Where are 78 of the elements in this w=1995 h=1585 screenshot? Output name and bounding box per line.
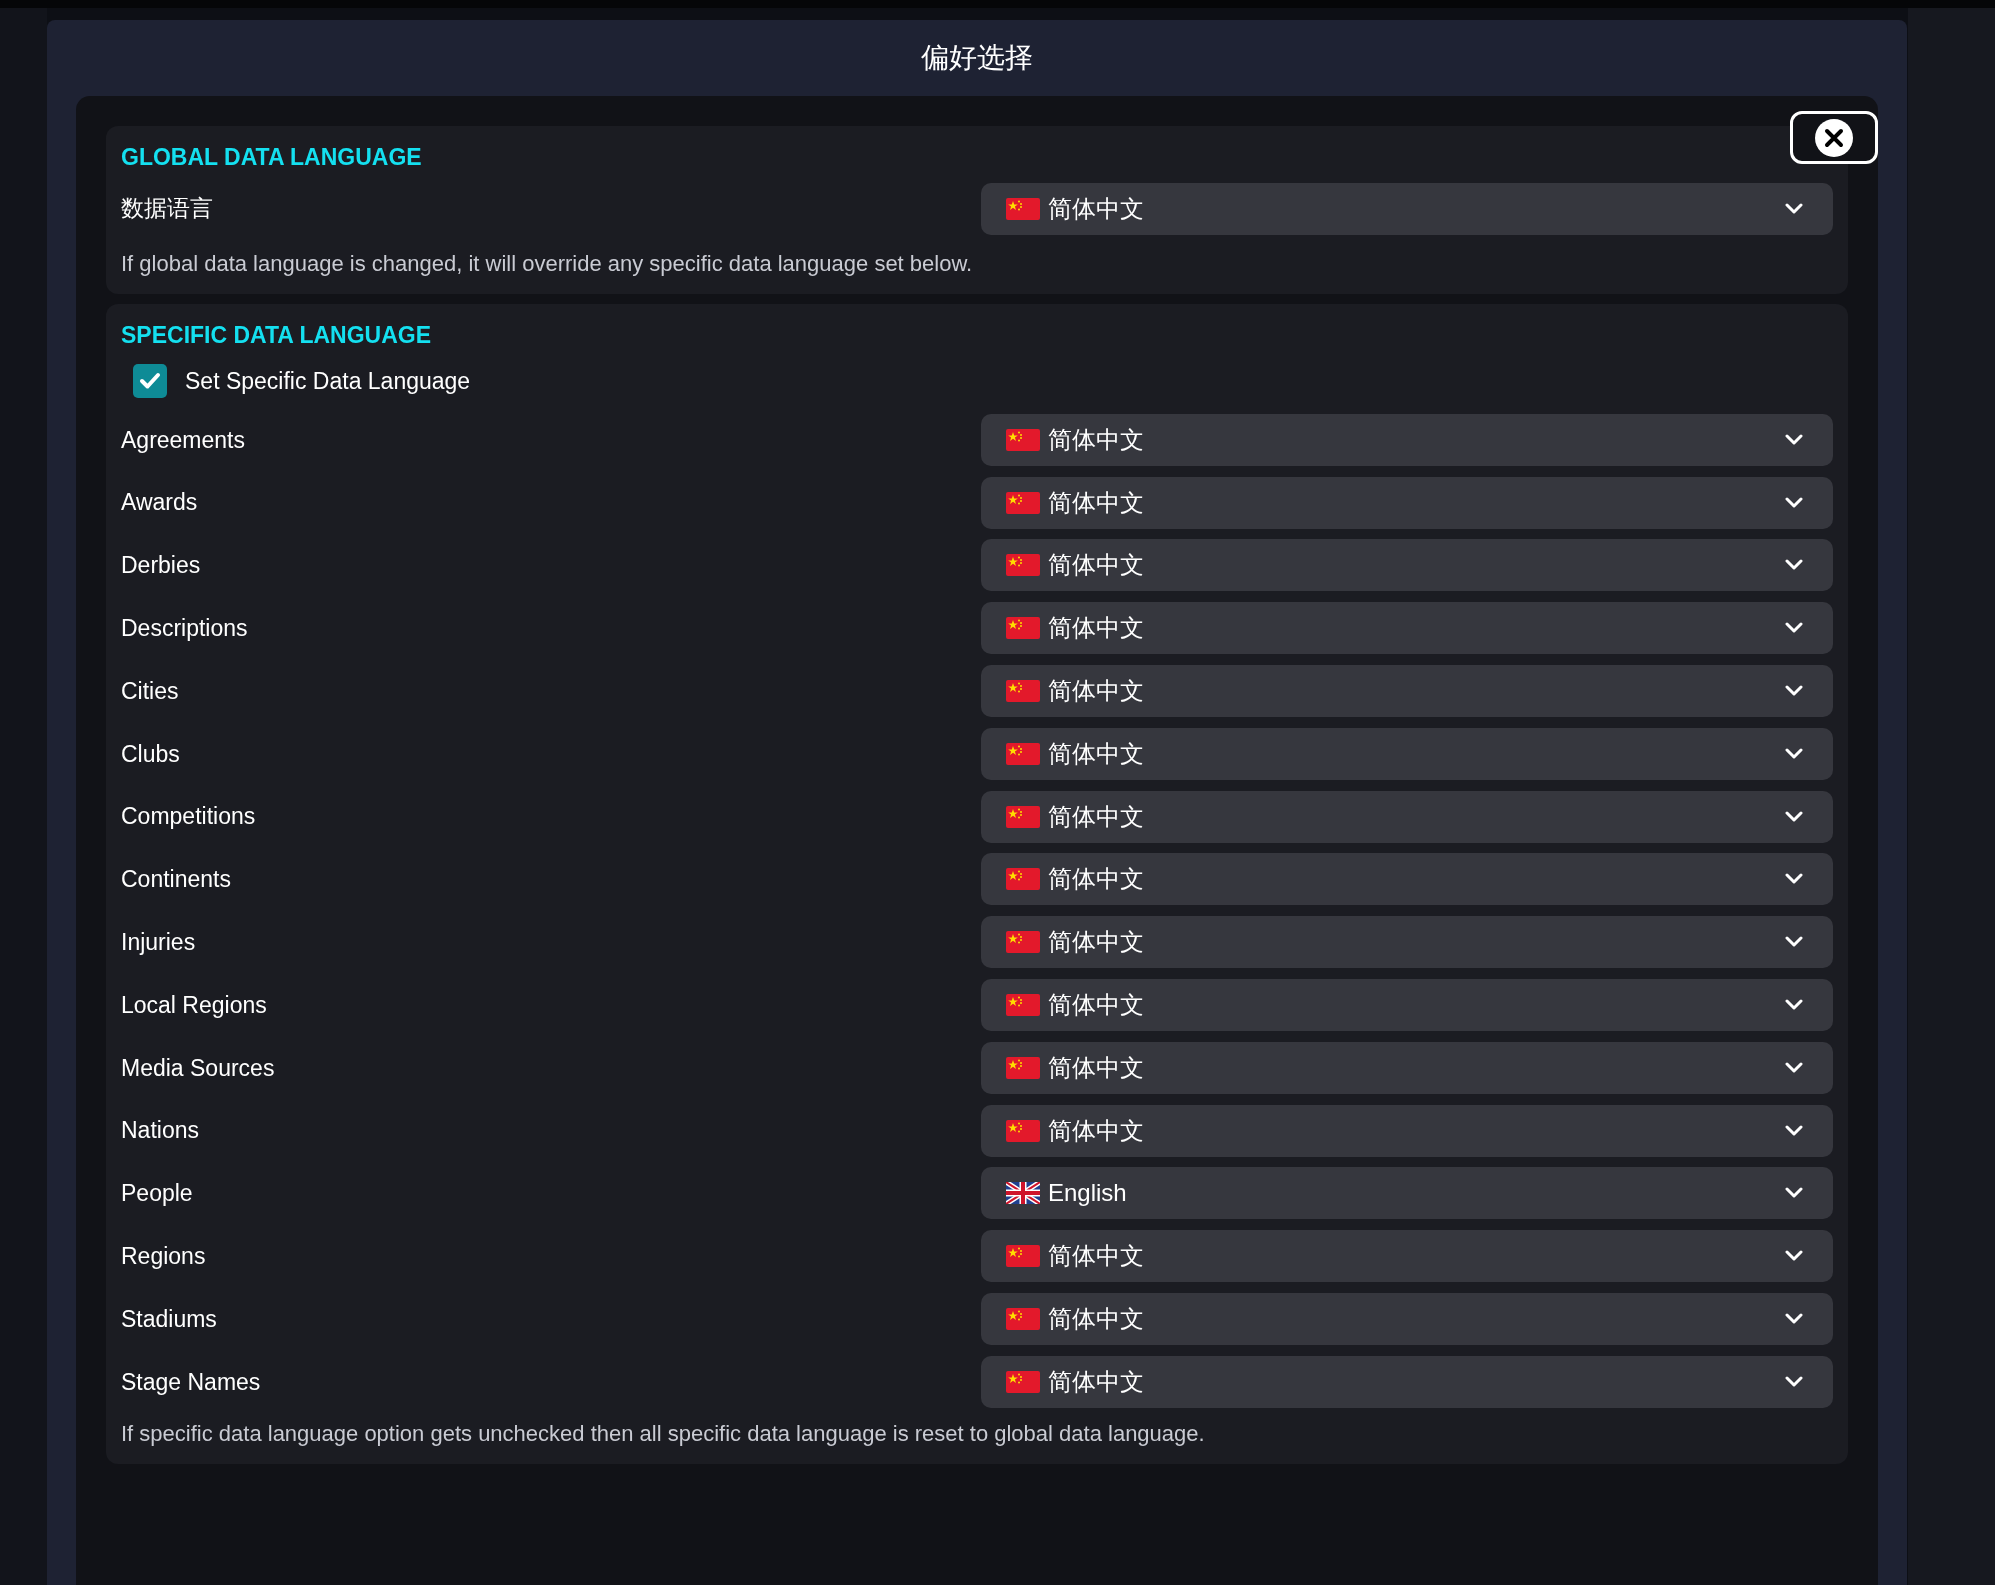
chevron-down-icon	[1785, 1313, 1803, 1326]
field-label: People	[121, 1179, 194, 1209]
flag-icon	[1006, 994, 1040, 1017]
section-heading: GLOBAL DATA LANGUAGE	[121, 143, 423, 172]
flag-icon	[1006, 554, 1040, 577]
chevron-down-icon	[1785, 936, 1803, 949]
field-label: Nations	[121, 1116, 200, 1146]
flag-icon	[1006, 805, 1040, 828]
field-label: Stadiums	[121, 1304, 218, 1334]
check-icon	[139, 372, 161, 391]
chevron-down-icon	[1785, 873, 1803, 886]
language-dropdown[interactable]: 简体中文	[981, 1041, 1833, 1094]
flag-icon	[1006, 1245, 1040, 1268]
close-icon	[1814, 117, 1854, 158]
chevron-down-icon	[1785, 1250, 1803, 1263]
flag-icon	[1006, 742, 1040, 765]
chevron-down-icon	[1785, 559, 1803, 572]
flag-icon	[1006, 1182, 1040, 1205]
chevron-down-icon	[1785, 496, 1803, 509]
chevron-down-icon	[1785, 685, 1803, 698]
checkbox-label: Set Specific Data Language	[185, 367, 471, 396]
language-dropdown[interactable]: 简体中文	[981, 853, 1833, 906]
language-dropdown[interactable]: 简体中文	[981, 1293, 1833, 1346]
chevron-down-icon	[1785, 999, 1803, 1012]
chevron-down-icon	[1785, 1061, 1803, 1074]
field-label: Clubs	[121, 739, 181, 769]
chevron-down-icon	[1785, 747, 1803, 760]
field-label: Regions	[121, 1242, 207, 1271]
chevron-down-icon	[1785, 433, 1803, 446]
flag-icon	[1006, 491, 1040, 514]
flag-icon	[1006, 931, 1040, 954]
field-label: Media Sources	[121, 1053, 276, 1083]
flag-icon	[1006, 617, 1040, 640]
flag-icon	[1006, 1308, 1040, 1331]
field-label: 数据语言	[121, 194, 214, 224]
language-dropdown[interactable]: 简体中文	[981, 539, 1833, 592]
field-label: Awards	[121, 488, 199, 518]
language-dropdown[interactable]: 简体中文	[981, 182, 1833, 235]
field-label: Competitions	[121, 802, 257, 832]
flag-icon	[1006, 868, 1040, 891]
language-dropdown[interactable]: 简体中文	[981, 1230, 1833, 1283]
language-dropdown[interactable]: 简体中文	[981, 413, 1833, 466]
language-dropdown[interactable]: 简体中文	[981, 727, 1833, 780]
field-label: Continents	[121, 865, 232, 895]
field-label: Stage Names	[121, 1367, 262, 1397]
field-label: Descriptions	[121, 614, 249, 644]
chevron-down-icon	[1785, 810, 1803, 823]
close-button[interactable]	[1790, 111, 1878, 164]
language-dropdown[interactable]: 简体中文	[981, 1104, 1833, 1157]
language-dropdown[interactable]: 简体中文	[981, 602, 1833, 655]
flag-icon	[1006, 1056, 1040, 1079]
dialog-title: 偏好选择	[920, 41, 1034, 75]
flag-icon	[1006, 197, 1040, 220]
flag-icon	[1006, 428, 1040, 451]
language-dropdown[interactable]: 简体中文	[981, 1355, 1833, 1408]
field-label: Derbies	[121, 551, 202, 581]
language-dropdown[interactable]: 简体中文	[981, 790, 1833, 843]
chevron-down-icon	[1785, 1375, 1803, 1388]
info-note: If specific data language option gets unchecked then all specific data language is reset to global data language.	[121, 1420, 1206, 1449]
flag-icon	[1006, 1370, 1040, 1393]
section-heading: SPECIFIC DATA LANGUAGE	[121, 320, 433, 350]
flag-icon	[1006, 1119, 1040, 1142]
flag-icon	[1006, 680, 1040, 703]
language-dropdown[interactable]: 简体中文	[981, 979, 1833, 1032]
field-label: Local Regions	[121, 990, 268, 1020]
field-label: Injuries	[121, 928, 197, 957]
chevron-down-icon	[1785, 202, 1803, 215]
language-dropdown[interactable]: 简体中文	[981, 665, 1833, 718]
language-dropdown[interactable]: English	[981, 1167, 1833, 1220]
field-label: Cities	[121, 676, 180, 706]
language-dropdown[interactable]: 简体中文	[981, 476, 1833, 529]
chevron-down-icon	[1785, 1187, 1803, 1200]
field-label: Agreements	[121, 425, 246, 455]
chevron-down-icon	[1785, 622, 1803, 635]
checkbox[interactable]	[133, 364, 167, 399]
chevron-down-icon	[1785, 1124, 1803, 1137]
info-note: If global data language is changed, it will override any specific data language set below.	[121, 249, 974, 278]
language-dropdown[interactable]: 简体中文	[981, 916, 1833, 969]
